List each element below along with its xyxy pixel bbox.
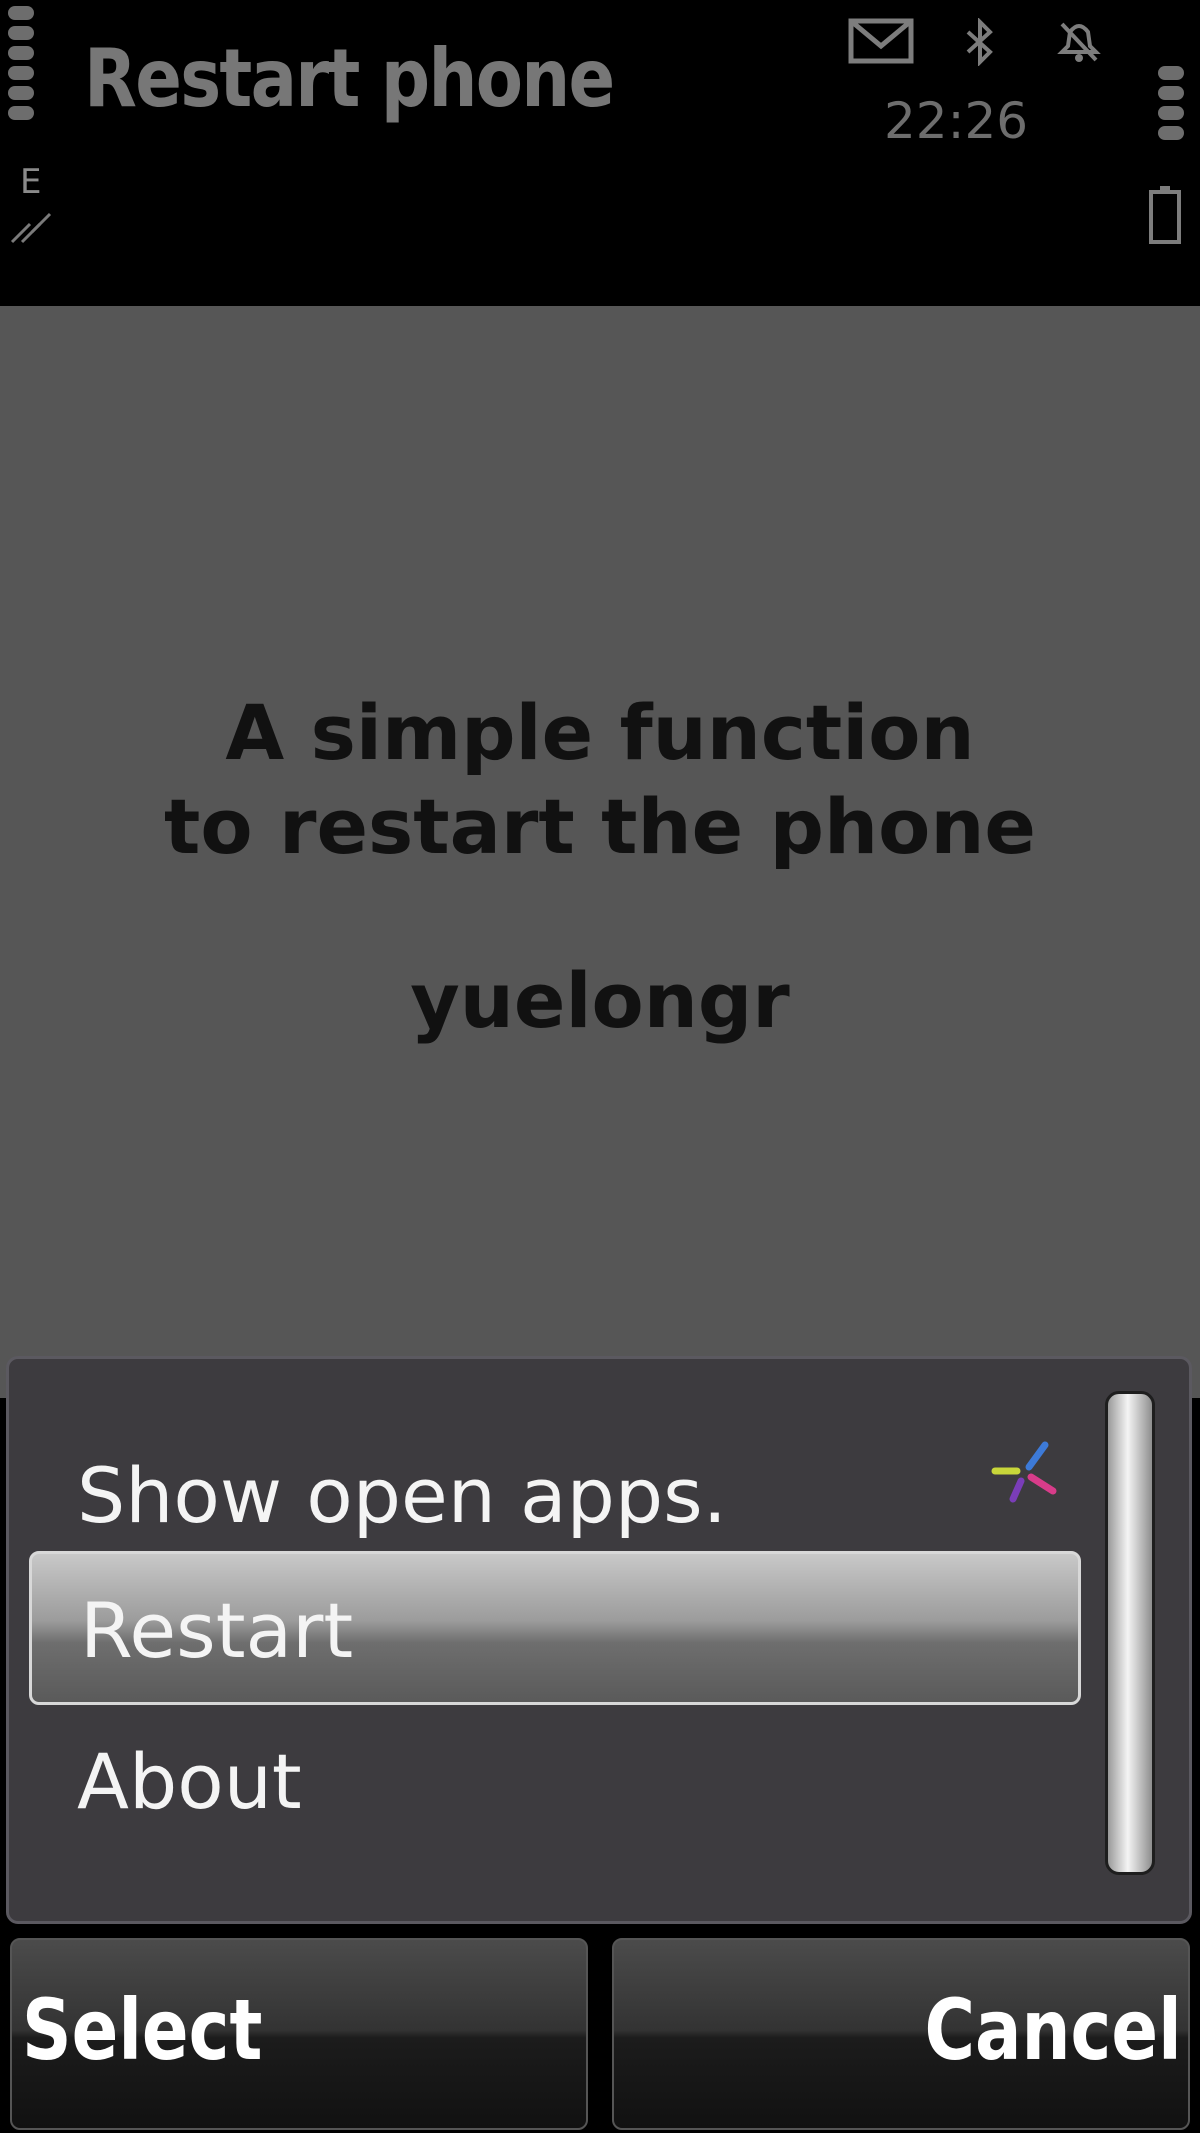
author-name: yuelongr (410, 956, 790, 1045)
select-button[interactable]: Select (10, 1938, 588, 2130)
menu-item-label: About (77, 1737, 302, 1826)
options-menu: Show open apps. Restart About (6, 1356, 1192, 1924)
alarm-icon (1057, 22, 1101, 62)
network-mode-indicator: E (20, 162, 42, 202)
mail-icon (848, 18, 914, 64)
menu-item-restart[interactable]: Restart (29, 1551, 1081, 1705)
bluetooth-icon (966, 18, 993, 66)
main-content: A simple function to restart the phone y… (0, 306, 1200, 1398)
cancel-button[interactable]: Cancel (612, 1938, 1190, 2130)
menu-scrollbar[interactable] (1105, 1391, 1155, 1875)
cancel-button-label: Cancel (924, 1981, 1182, 2079)
data-transfer-icon (10, 212, 52, 244)
select-button-label: Select (22, 1981, 263, 2079)
battery-icon (1149, 186, 1181, 244)
clock: 22:26 (884, 92, 1029, 150)
status-bar: E Restart phone 22:26 (0, 0, 1200, 306)
battery-level-icon (1158, 66, 1184, 140)
softkey-bar: Select Cancel (0, 1928, 1200, 2133)
menu-item-label: Show open apps. (77, 1451, 727, 1540)
page-title: Restart phone (84, 32, 615, 125)
menu-item-label: Restart (80, 1586, 354, 1675)
menu-item-about[interactable]: About (29, 1705, 1081, 1859)
signal-strength-icon (8, 6, 34, 120)
menu-item-show-open-apps[interactable]: Show open apps. (29, 1419, 1081, 1573)
ovi-icon (991, 1441, 1057, 1503)
description-line-1: A simple function (225, 688, 975, 777)
description-line-2: to restart the phone (164, 782, 1036, 871)
